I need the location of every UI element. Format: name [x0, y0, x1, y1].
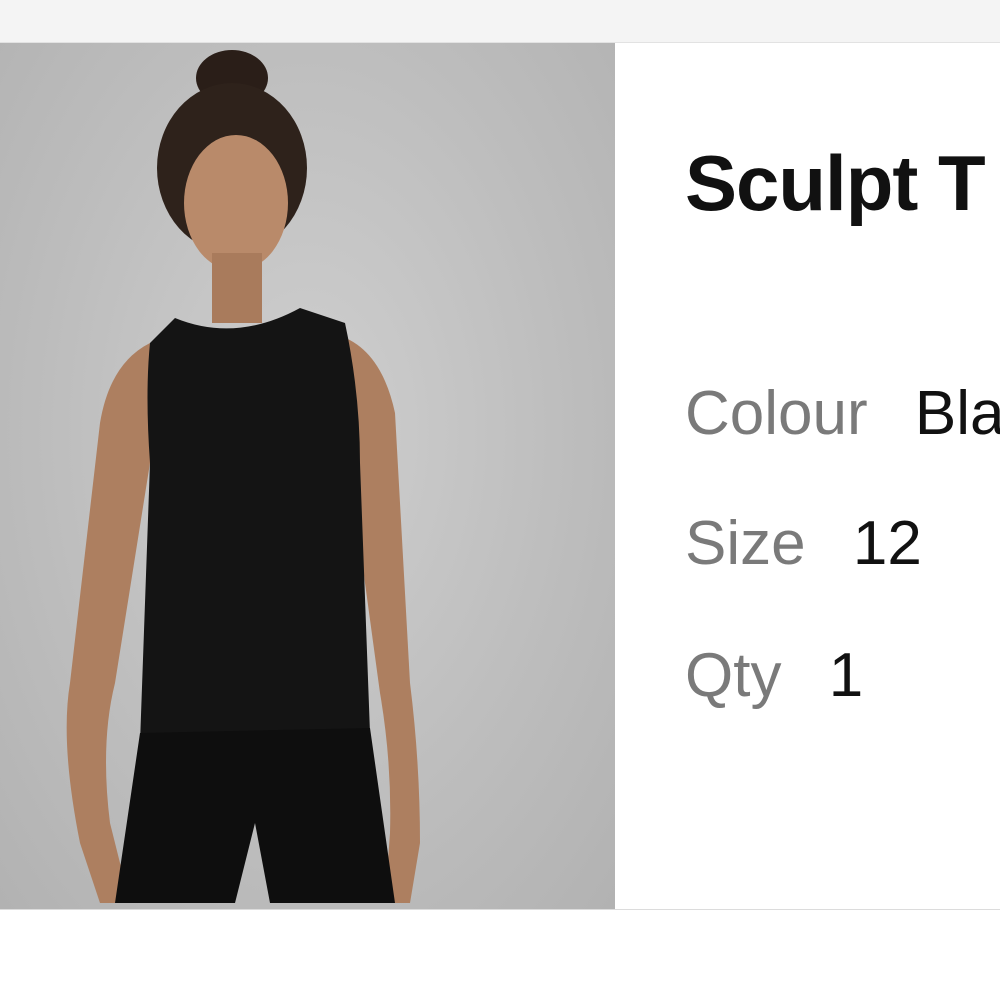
qty-value: 1	[828, 641, 864, 710]
qty-label: Qty	[685, 641, 782, 710]
colour-row: Colour Bla	[685, 378, 1000, 449]
bottom-area	[0, 910, 1000, 1000]
model-illustration	[66, 50, 420, 903]
size-row: Size 12	[685, 508, 922, 579]
qty-row: Qty 1	[685, 640, 863, 711]
top-strip	[0, 0, 1000, 43]
colour-value: Bla	[914, 379, 1000, 448]
size-value: 12	[852, 509, 922, 578]
product-info: Sculpt T Colour Bla Size 12 Qty 1	[615, 43, 1000, 909]
product-image[interactable]	[0, 43, 615, 909]
size-label: Size	[685, 509, 806, 578]
colour-label: Colour	[685, 379, 868, 448]
product-title[interactable]: Sculpt T	[685, 138, 986, 229]
cart-item-card[interactable]: Sculpt T Colour Bla Size 12 Qty 1	[0, 43, 1000, 910]
